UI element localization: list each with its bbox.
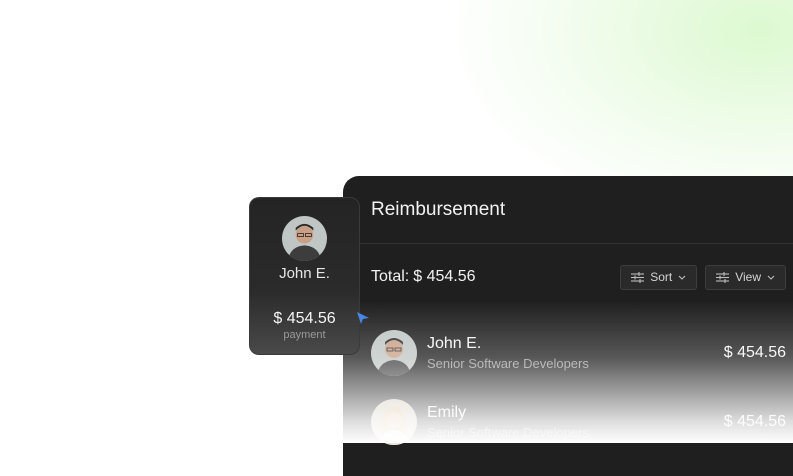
card-name: John E. xyxy=(279,265,330,282)
list-item-info: John E. Senior Software Developers xyxy=(427,335,589,371)
sort-button[interactable]: Sort xyxy=(620,264,698,290)
sliders-icon xyxy=(631,271,645,283)
list-item-amount: $ 454.56 xyxy=(723,344,786,361)
panel-toolbar: Total: $ 454.56 Sort View xyxy=(343,244,793,310)
sliders-icon xyxy=(716,271,730,283)
list-item-amount: $ 454.56 xyxy=(723,413,786,430)
list-item[interactable]: Emily Senior Software Developers $ 454.5… xyxy=(371,397,786,447)
list-item-info: Emily Senior Software Developers xyxy=(427,404,589,440)
avatar xyxy=(282,216,327,261)
reimbursement-panel: Reimbursement Total: $ 454.56 Sort View xyxy=(343,176,793,476)
sort-label: Sort xyxy=(650,270,673,284)
list-item[interactable]: John E. Senior Software Developers $ 454… xyxy=(371,328,786,378)
view-label: View xyxy=(735,270,761,284)
chevron-down-icon xyxy=(678,275,686,280)
list-item-role: Senior Software Developers xyxy=(427,425,589,440)
chevron-down-icon xyxy=(767,275,775,280)
toolbar-buttons: Sort View xyxy=(620,264,786,290)
list-item-name: John E. xyxy=(427,335,482,352)
payment-card[interactable]: John E. $ 454.56 payment xyxy=(249,197,360,355)
total-label: Total: xyxy=(371,268,410,285)
avatar xyxy=(371,399,417,445)
panel-header: Reimbursement xyxy=(343,176,793,244)
total-value: $ 454.56 xyxy=(413,268,476,285)
card-amount: $ 454.56 xyxy=(273,310,336,327)
total-summary: Total: $ 454.56 xyxy=(371,268,476,286)
panel-title: Reimbursement xyxy=(371,198,506,220)
avatar xyxy=(371,330,417,376)
card-label: payment xyxy=(283,329,326,341)
view-button[interactable]: View xyxy=(705,264,786,290)
list-item-name: Emily xyxy=(427,404,467,421)
pointer-cursor-icon xyxy=(356,311,370,330)
list-item-role: Senior Software Developers xyxy=(427,356,589,371)
